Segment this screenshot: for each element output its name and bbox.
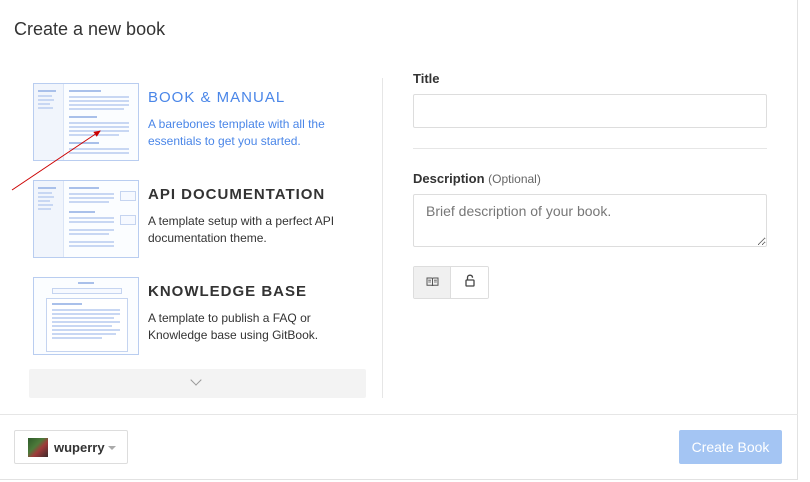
dialog-title: Create a new book (14, 19, 166, 39)
show-more-templates-button[interactable] (29, 369, 366, 398)
knowledge-base-thumbnail (33, 277, 139, 355)
template-description: A template setup with a perfect API docu… (148, 214, 335, 245)
book-manual-thumbnail (33, 83, 139, 161)
template-description: A barebones template with all the essent… (148, 117, 325, 148)
create-book-button[interactable]: Create Book (679, 430, 782, 464)
public-option-button[interactable] (414, 267, 452, 298)
template-title: BOOK & MANUAL (148, 89, 286, 106)
optional-hint: (Optional) (488, 172, 541, 186)
template-api-documentation[interactable]: API DOCUMENTATION A template setup with … (33, 180, 373, 260)
template-title: API DOCUMENTATION (148, 186, 326, 203)
create-book-dialog: Create a new book BOOK & MANUAL A barebo… (0, 0, 798, 480)
title-input[interactable] (413, 94, 767, 128)
title-label: Title (413, 71, 440, 86)
description-label-text: Description (413, 171, 485, 186)
owner-select-button[interactable]: wuperry (14, 430, 128, 464)
column-divider (382, 78, 383, 398)
footer-divider (0, 414, 798, 415)
description-input[interactable] (413, 194, 767, 247)
visibility-toggle (413, 266, 489, 299)
private-option-button[interactable] (451, 267, 488, 298)
owner-username: wuperry (54, 440, 105, 455)
caret-down-icon (108, 446, 116, 450)
api-documentation-thumbnail (33, 180, 139, 258)
template-knowledge-base[interactable]: KNOWLEDGE BASE A template to publish a F… (33, 277, 373, 357)
book-open-icon (426, 274, 439, 292)
template-title: KNOWLEDGE BASE (148, 283, 308, 300)
template-description: A template to publish a FAQ or Knowledge… (148, 311, 319, 342)
form-separator (413, 148, 767, 149)
avatar (28, 438, 48, 457)
lock-icon (464, 274, 475, 292)
chevron-down-icon (190, 374, 202, 386)
description-label: Description (Optional) (413, 171, 541, 186)
template-book-manual[interactable]: BOOK & MANUAL A barebones template with … (33, 83, 373, 163)
